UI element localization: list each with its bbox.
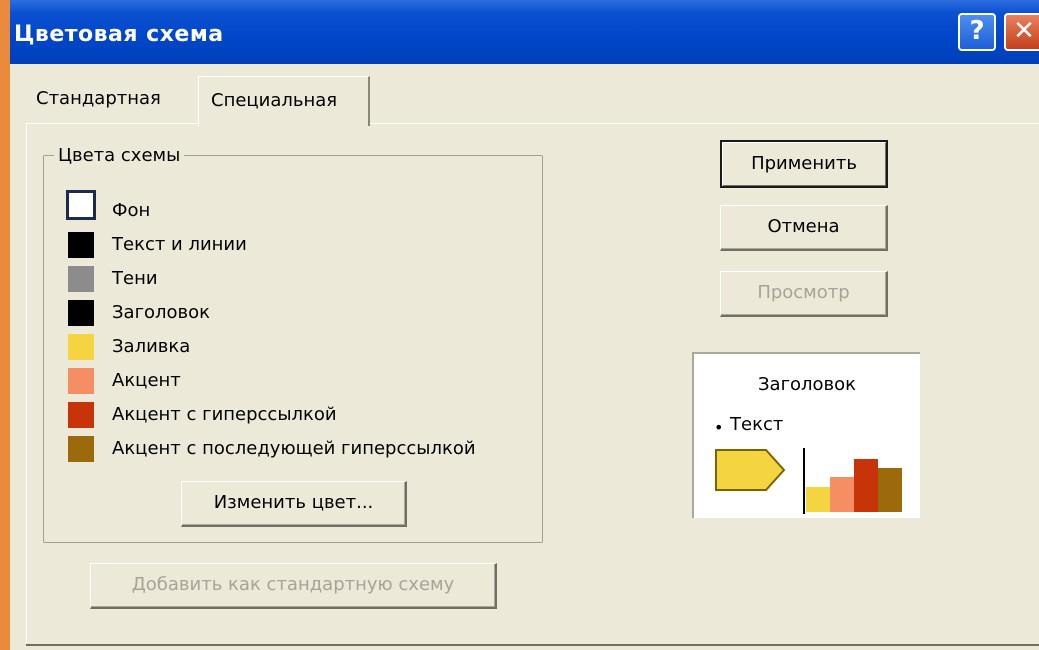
preview-button[interactable]: Просмотр [720,271,888,317]
preview-bar [806,487,830,512]
color-scheme-dialog: Цветовая схема ? ✕ Стандартная Специальн… [10,0,1039,650]
scheme-color-label: Акцент [112,370,181,391]
help-button[interactable]: ? [958,13,996,51]
scheme-color-label: Текст и линии [112,234,247,255]
title-bar[interactable]: Цветовая схема ? ✕ [10,0,1039,64]
color-swatch[interactable] [68,436,94,462]
color-swatch[interactable] [68,300,94,326]
color-swatch[interactable] [68,368,94,394]
window-title: Цветовая схема [14,22,224,47]
preview-bar [830,477,854,512]
preview-bar [854,459,878,512]
color-swatch[interactable] [68,334,94,360]
dialog-bottom-edge [26,644,1039,650]
scheme-color-label: Акцент с гиперссылкой [112,404,337,425]
preview-bar [878,468,902,512]
add-as-standard-button[interactable]: Добавить как стандартную схему [90,563,497,609]
cancel-button[interactable]: Отмена [720,205,888,251]
color-swatch[interactable] [68,266,94,292]
color-swatch[interactable] [68,402,94,428]
apply-button[interactable]: Применить [720,140,888,188]
question-mark-icon: ? [969,16,985,46]
close-button[interactable]: ✕ [1004,13,1039,51]
tab-standard[interactable]: Стандартная [36,88,161,109]
preview-bars [806,459,902,512]
scheme-color-label: Акцент с последующей гиперссылкой [112,438,476,459]
scheme-color-label: Заголовок [112,302,211,323]
color-swatch[interactable] [68,232,94,258]
scheme-colors-group-title: Цвета схемы [54,145,185,166]
change-color-button[interactable]: Изменить цвет... [181,481,407,527]
scheme-preview: Заголовок • Текст [692,352,920,518]
scheme-color-label: Тени [112,268,158,289]
tab-special[interactable]: Специальная [198,76,370,126]
scheme-color-label: Фон [112,200,151,221]
preview-arrow-shape [715,449,786,491]
close-icon: ✕ [1013,16,1035,46]
color-swatch[interactable] [66,190,96,220]
tab-strip: Стандартная Специальная [10,64,1039,126]
preview-graphics [715,448,902,514]
scheme-color-label: Заливка [112,336,191,357]
